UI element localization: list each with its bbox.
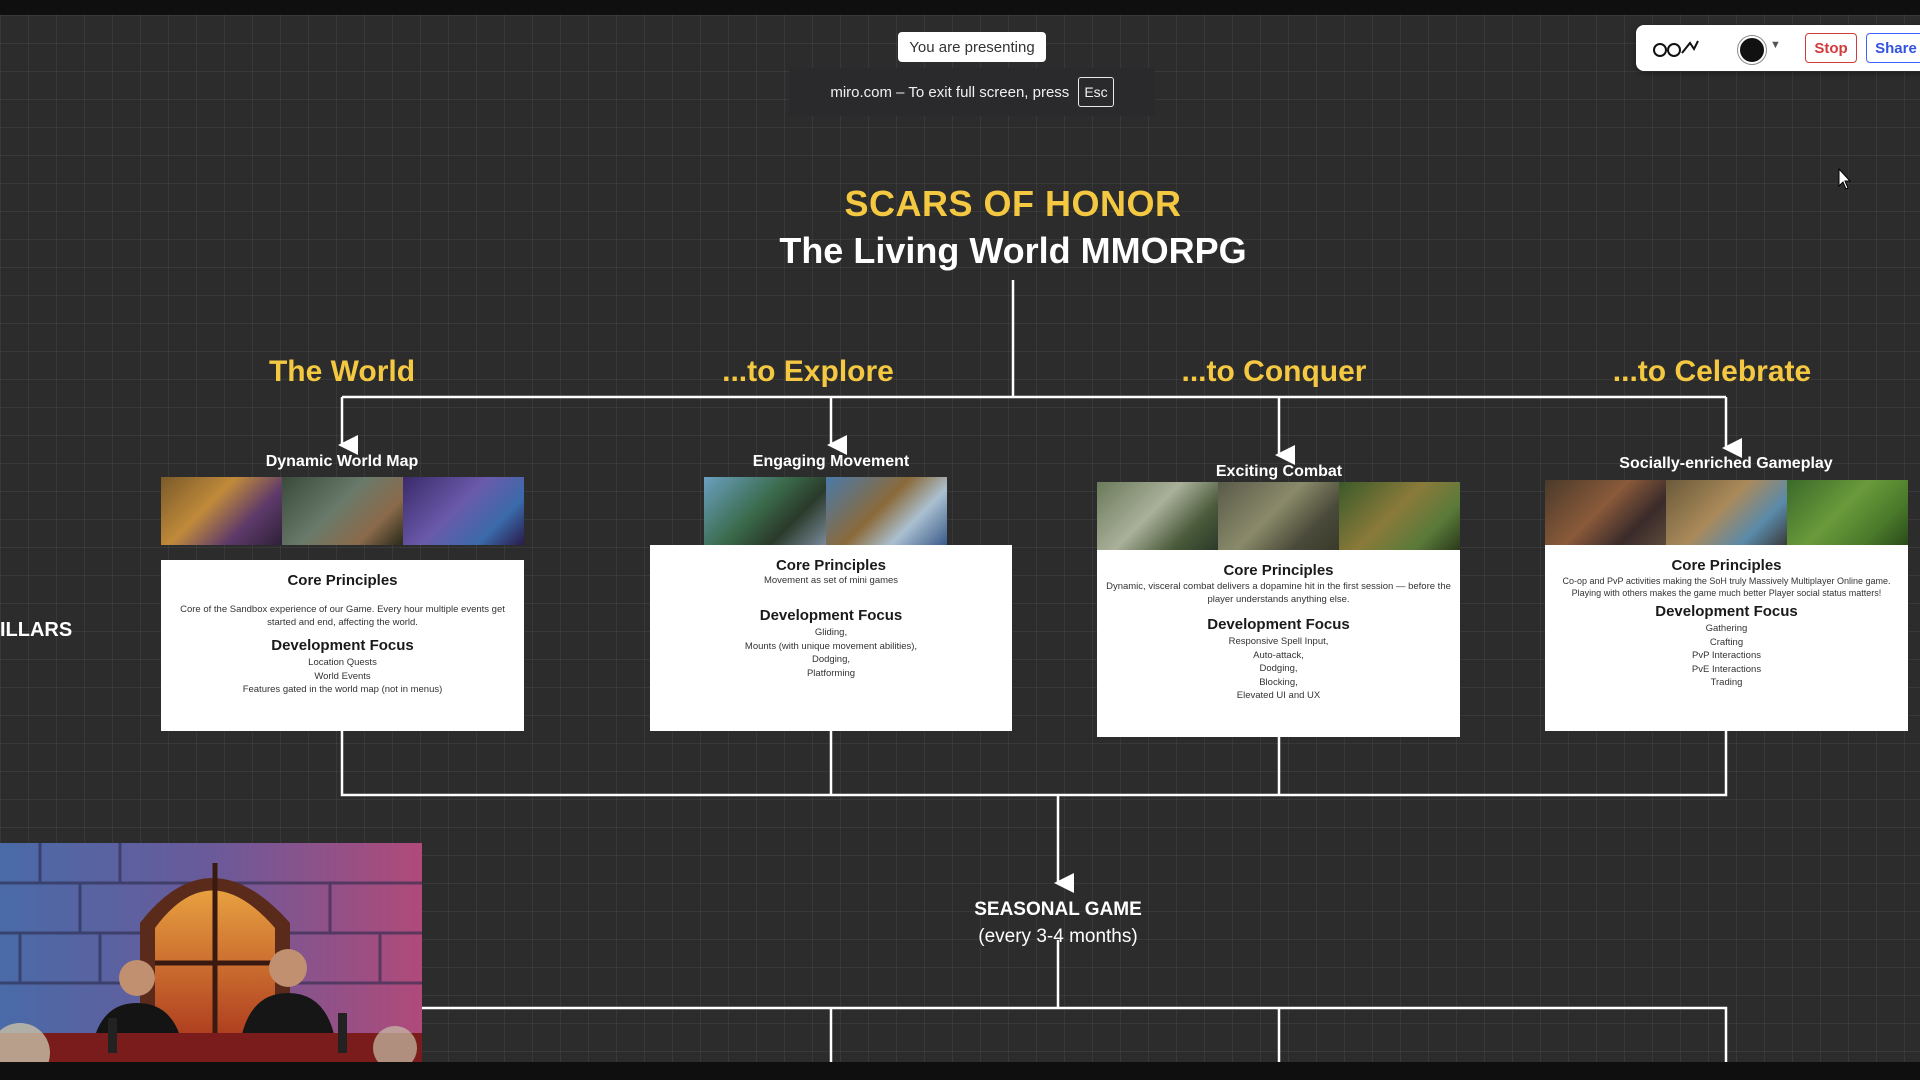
core-principles-heading: Core Principles: [775, 557, 887, 574]
board-title: SCARS OF HONOR: [844, 183, 1182, 224]
core-principles-heading: Core Principles: [287, 572, 398, 589]
board-subtitle: The Living World MMORPG: [779, 230, 1247, 271]
fullscreen-notice: miro.com – To exit full screen, press Es…: [789, 68, 1155, 116]
fullscreen-message: miro.com – To exit full screen, press: [830, 83, 1070, 101]
core-principles-text: Core of the Sandbox experience of our Ga…: [180, 604, 505, 628]
share-button[interactable]: Share: [1866, 33, 1920, 63]
card-exciting-combat[interactable]: Core Principles Dynamic, visceral combat…: [1097, 550, 1460, 737]
card-screenshots-movement: [704, 477, 947, 545]
dev-focus-item: World Events: [314, 670, 371, 682]
pillars-side-label: ILLARS: [0, 619, 73, 641]
presenting-indicator: You are presenting: [898, 32, 1046, 62]
presenter-webcam-video: [0, 843, 422, 1062]
presenters-icon[interactable]: [1652, 37, 1700, 59]
dev-focus-item: PvP Interactions: [1691, 650, 1761, 661]
core-principles-text: Movement as set of mini games: [763, 575, 899, 586]
esc-key-hint: Esc: [1078, 77, 1114, 107]
card-dynamic-world-map[interactable]: Core Principles Core of the Sandbox expe…: [161, 560, 524, 731]
core-principles-text: Co-op and PvP activities making the SoH …: [1562, 576, 1891, 598]
card-screenshots-combat: [1097, 482, 1460, 550]
seasonal-game-subtitle: (every 3-4 months): [978, 926, 1138, 947]
card-title-socially-enriched-gameplay: Socially-enriched Gameplay: [1619, 455, 1833, 472]
dev-focus-heading: Development Focus: [1655, 603, 1798, 620]
dev-focus-item: PvE Interactions: [1691, 663, 1762, 675]
dev-focus-item: Dodging,: [1259, 663, 1298, 674]
card-engaging-movement[interactable]: Core Principles Movement as set of mini …: [650, 545, 1012, 731]
dev-focus-item: Blocking,: [1259, 676, 1298, 688]
dev-focus-item: Dodging,: [811, 654, 851, 665]
dev-focus-item: Platforming: [806, 667, 856, 679]
dev-focus-heading: Development Focus: [271, 637, 414, 654]
card-title-engaging-movement: Engaging Movement: [752, 453, 910, 470]
dev-focus-heading: Development Focus: [759, 607, 903, 624]
dev-focus-item: Trading: [1710, 677, 1743, 688]
seasonal-game-title: SEASONAL GAME: [974, 899, 1142, 920]
card-socially-enriched-gameplay[interactable]: Core Principles Co-op and PvP activities…: [1545, 545, 1908, 731]
dev-focus-item: Location Quests: [308, 657, 377, 668]
pillar-heading-conquer: ...to Conquer: [1181, 355, 1367, 388]
core-principles-heading: Core Principles: [1223, 562, 1334, 579]
user-avatar-icon[interactable]: [1738, 36, 1766, 64]
stop-button[interactable]: Stop: [1805, 33, 1857, 63]
pillar-heading-world: The World: [268, 355, 416, 388]
dev-focus-item: Auto-attack,: [1253, 649, 1304, 661]
presentation-toolbar: ▼ Stop Share: [1636, 25, 1920, 71]
dev-focus-item: Gliding,: [814, 627, 848, 638]
card-title-dynamic-world-map: Dynamic World Map: [265, 453, 419, 470]
dev-focus-heading: Development Focus: [1207, 616, 1350, 633]
card-screenshots-social: [1545, 480, 1908, 545]
dev-focus-item: Crafting: [1709, 636, 1744, 648]
pillar-heading-explore: ...to Explore: [722, 355, 894, 388]
chevron-down-icon[interactable]: ▼: [1770, 39, 1781, 51]
miro-board-canvas[interactable]: You are presenting miro.com – To exit fu…: [0, 15, 1920, 1062]
dev-focus-item: Gathering: [1705, 623, 1748, 634]
dev-focus-item: Features gated in the world map (not in …: [242, 684, 443, 695]
dev-focus-item: Responsive Spell Input,: [1228, 636, 1329, 647]
dev-focus-item: Mounts (with unique movement abilities),: [744, 640, 918, 652]
core-principles-heading: Core Principles: [1671, 557, 1782, 574]
core-principles-text: Dynamic, visceral combat delivers a dopa…: [1106, 581, 1451, 605]
dev-focus-item: Elevated UI and UX: [1236, 690, 1321, 701]
mouse-cursor-icon: [1838, 168, 1852, 190]
presenting-label: You are presenting: [909, 38, 1035, 56]
pillar-heading-celebrate: ...to Celebrate: [1612, 355, 1812, 388]
card-screenshots-world-map: [161, 477, 524, 545]
card-title-exciting-combat: Exciting Combat: [1215, 463, 1343, 480]
